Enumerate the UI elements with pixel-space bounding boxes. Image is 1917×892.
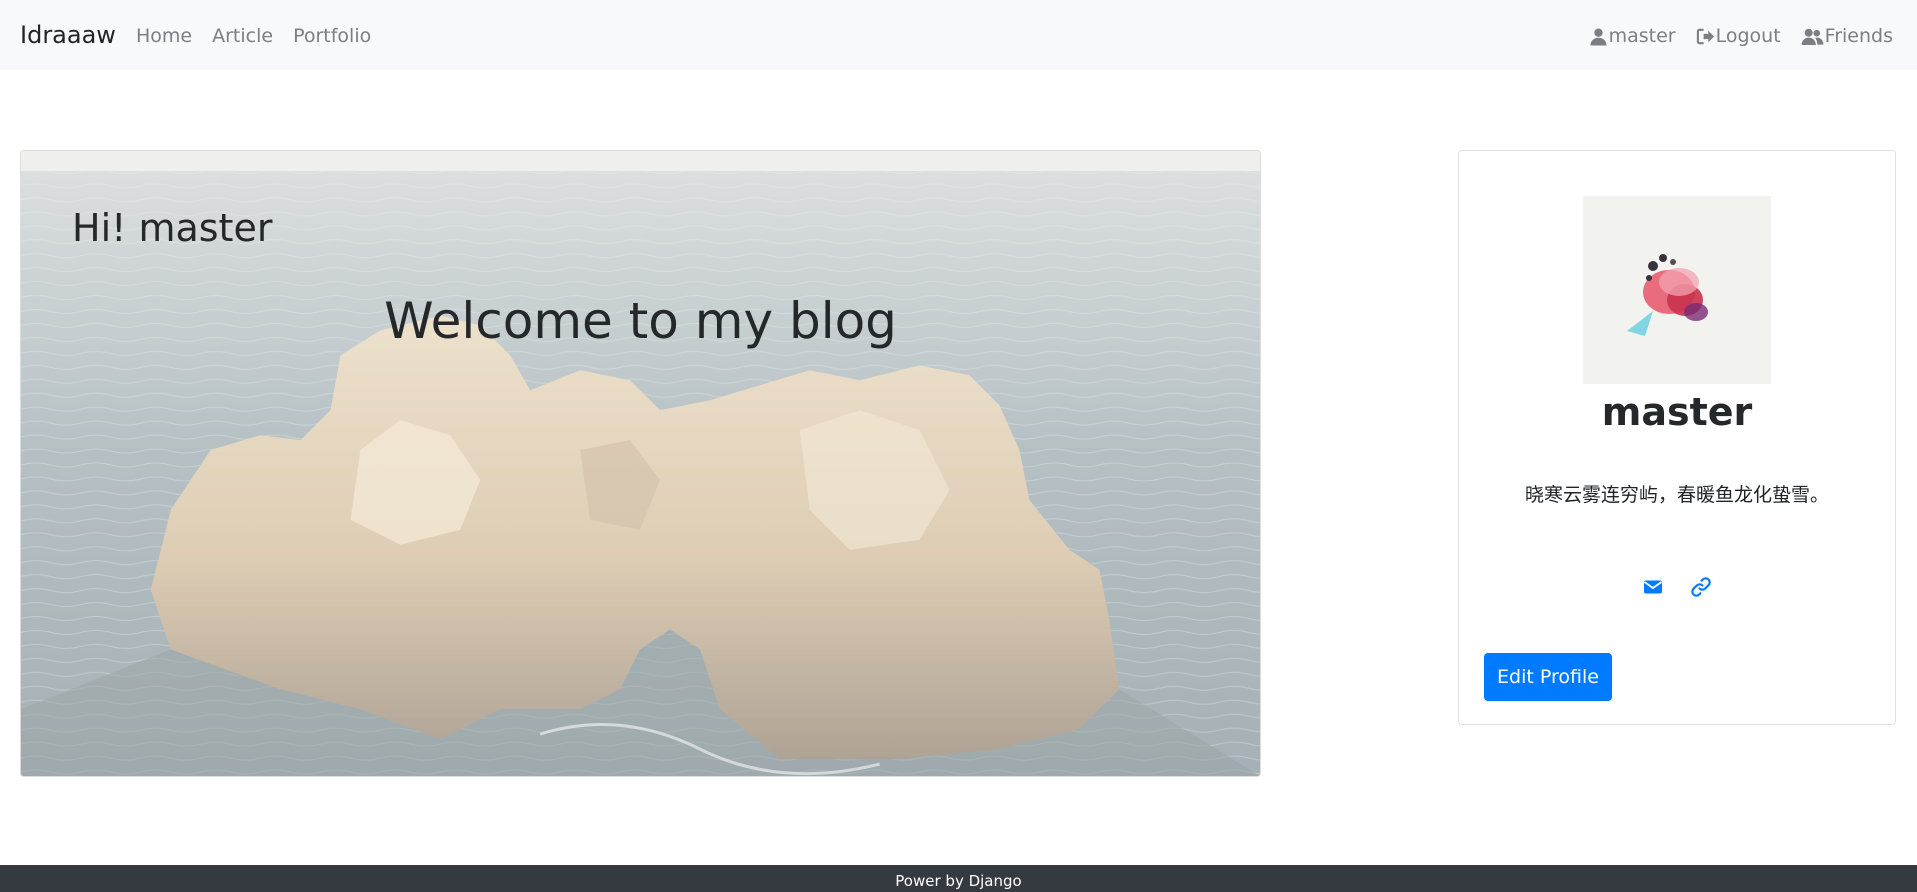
user-icon (1589, 27, 1608, 46)
nav-friends-label: Friends (1824, 25, 1893, 47)
footer: Power by Django (0, 865, 1917, 892)
brand-link[interactable]: Idraaaw (20, 20, 116, 50)
nav-portfolio-link[interactable]: Portfolio (293, 22, 371, 50)
profile-links (1459, 575, 1895, 599)
website-link[interactable] (1689, 575, 1713, 599)
nav-home-link[interactable]: Home (136, 22, 192, 50)
link-icon (1689, 575, 1713, 599)
hero-card: Hi! master Welcome to my blog (20, 150, 1261, 777)
footer-text: Power by Django (895, 872, 1022, 890)
nav-user-link[interactable]: master (1589, 22, 1676, 50)
edit-profile-button[interactable]: Edit Profile (1484, 653, 1612, 701)
nav-logout-link[interactable]: Logout (1696, 22, 1781, 50)
nav-user-label: master (1608, 25, 1676, 47)
profile-name: master (1601, 390, 1753, 434)
hero-welcome-title: Welcome to my blog (384, 292, 897, 350)
nav-article-link[interactable]: Article (212, 22, 273, 50)
main-nav: Home Article Portfolio (136, 22, 371, 50)
envelope-icon (1641, 575, 1665, 599)
nav-logout-label: Logout (1715, 25, 1781, 47)
friends-icon (1801, 27, 1824, 46)
logout-icon (1696, 27, 1715, 46)
top-navbar: Idraaaw Home Article Portfolio master Lo… (0, 0, 1917, 70)
hero-greeting: Hi! master (72, 206, 273, 250)
nav-friends-link[interactable]: Friends (1801, 22, 1893, 50)
profile-bio: 晓寒云雾连穷屿，春暖鱼龙化蛰雪。 (1524, 484, 1829, 506)
avatar (1583, 196, 1771, 384)
email-link[interactable] (1641, 575, 1665, 599)
user-nav: master Logout Friends (1589, 22, 1893, 50)
profile-card: master 晓寒云雾连穷屿，春暖鱼龙化蛰雪。 Edit Profile (1458, 150, 1896, 725)
